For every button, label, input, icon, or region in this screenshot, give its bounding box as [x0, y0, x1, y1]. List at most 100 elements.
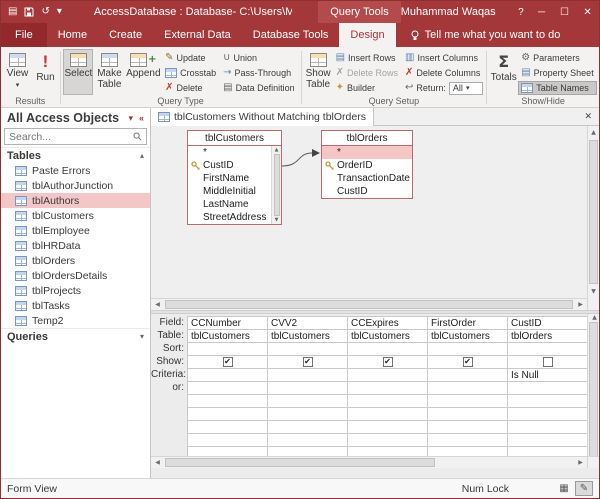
sidebar-item-temp2[interactable]: Temp2 — [1, 313, 150, 328]
table-card-title[interactable]: tblCustomers — [188, 131, 281, 146]
criteria-cell[interactable] — [348, 369, 427, 382]
tab-database-tools[interactable]: Database Tools — [242, 23, 340, 47]
tab-design[interactable]: Design — [339, 23, 395, 47]
context-tab-query-tools[interactable]: Query Tools — [318, 1, 401, 23]
sort-cell[interactable] — [428, 343, 507, 356]
sidebar-item-tblemployee[interactable]: tblEmployee — [1, 223, 150, 238]
sidebar-item-tblauthorjunction[interactable]: tblAuthorJunction — [1, 178, 150, 193]
table-card-tblorders[interactable]: tblOrders * OrderID TransactionDate Cust… — [321, 130, 413, 199]
table-cell[interactable]: tblCustomers — [188, 330, 267, 343]
crosstab-button[interactable]: Crosstab — [162, 66, 219, 80]
field-row-star[interactable]: * — [322, 146, 412, 159]
sort-cell[interactable] — [188, 343, 267, 356]
field-cell[interactable]: CustID — [508, 317, 587, 330]
criteria-cell[interactable] — [428, 369, 507, 382]
or-cell[interactable] — [348, 382, 427, 395]
show-cell[interactable]: ✔ — [188, 356, 267, 369]
or-cell[interactable] — [268, 382, 347, 395]
field-row-transactiondate[interactable]: TransactionDate — [322, 172, 412, 185]
sidebar-item-tblorders[interactable]: tblOrders — [1, 253, 150, 268]
select-query-button[interactable]: Select — [63, 49, 93, 95]
run-button[interactable]: ! Run — [32, 49, 59, 95]
user-name[interactable]: Muhammad Waqas — [401, 6, 496, 18]
insert-columns-button[interactable]: ▥ Insert Columns — [402, 51, 486, 65]
tab-external-data[interactable]: External Data — [153, 23, 242, 47]
field-row-firstname[interactable]: FirstName — [188, 172, 271, 185]
field-row-custid[interactable]: CustID — [322, 185, 412, 198]
field-cell[interactable]: CCNumber — [188, 317, 267, 330]
sort-cell[interactable] — [508, 343, 587, 356]
table-cell[interactable]: tblOrders — [508, 330, 587, 343]
grid-vscrollbar[interactable]: ▲▼ — [587, 314, 599, 468]
minimize-button[interactable]: ─ — [530, 1, 553, 23]
sidebar-item-paste-errors[interactable]: Paste Errors — [1, 163, 150, 178]
data-definition-button[interactable]: ▤ Data Definition — [220, 81, 298, 95]
section-queries[interactable]: Queries ▾ — [1, 328, 150, 344]
criteria-cell[interactable] — [188, 369, 267, 382]
search-icon[interactable] — [133, 132, 142, 141]
table-cell[interactable]: tblCustomers — [348, 330, 427, 343]
show-checkbox[interactable]: ✔ — [383, 357, 393, 367]
or-cell[interactable] — [188, 382, 267, 395]
design-hscrollbar[interactable]: ◀▶ — [151, 298, 587, 310]
show-cell[interactable]: ✔ — [348, 356, 427, 369]
field-row-streetaddress[interactable]: StreetAddress — [188, 211, 271, 224]
make-table-button[interactable]: Make Table — [94, 49, 124, 95]
table-cell[interactable]: tblCustomers — [268, 330, 347, 343]
sidebar-item-tblprojects[interactable]: tblProjects — [1, 283, 150, 298]
totals-button[interactable]: Σ Totals — [490, 49, 517, 95]
save-icon[interactable] — [24, 7, 34, 17]
delete-query-button[interactable]: ✗ Delete — [162, 81, 219, 95]
queries-expand-icon[interactable]: ▾ — [140, 332, 144, 341]
search-input[interactable] — [9, 131, 133, 143]
table-cell[interactable]: tblCustomers — [428, 330, 507, 343]
document-tab[interactable]: tblCustomers Without Matching tblOrders — [151, 108, 374, 126]
field-row-lastname[interactable]: LastName — [188, 198, 271, 211]
sidebar-item-tblcustomers[interactable]: tblCustomers — [1, 208, 150, 223]
pass-through-button[interactable]: → Pass-Through — [220, 66, 298, 80]
show-checkbox[interactable] — [543, 357, 553, 367]
maximize-button[interactable]: ☐ — [553, 1, 576, 23]
tables-collapse-icon[interactable]: ▴ — [140, 151, 144, 160]
show-checkbox[interactable]: ✔ — [223, 357, 233, 367]
design-vscrollbar[interactable]: ▲▼ — [587, 126, 599, 298]
tab-home[interactable]: Home — [47, 23, 98, 47]
table-names-button[interactable]: Table Names — [518, 81, 597, 95]
field-cell[interactable]: FirstOrder — [428, 317, 507, 330]
sidebar-item-tblauthors[interactable]: tblAuthors — [1, 193, 150, 208]
nav-menu-icon[interactable]: ▾ — [128, 113, 133, 124]
property-sheet-button[interactable]: ▤ Property Sheet — [518, 66, 597, 80]
insert-rows-button[interactable]: ▤ Insert Rows — [333, 51, 401, 65]
tell-me-box[interactable]: Tell me what you want to do — [410, 23, 561, 47]
table-card-tblcustomers[interactable]: tblCustomers * CustID FirstName MiddleIn… — [187, 130, 282, 225]
sidebar-item-tblhrdata[interactable]: tblHRData — [1, 238, 150, 253]
show-checkbox[interactable]: ✔ — [303, 357, 313, 367]
close-document-icon[interactable]: ✕ — [577, 112, 599, 122]
delete-rows-button[interactable]: ✗ Delete Rows — [333, 66, 401, 80]
tab-create[interactable]: Create — [98, 23, 153, 47]
union-button[interactable]: ∪ Union — [220, 51, 298, 65]
show-checkbox[interactable]: ✔ — [463, 357, 473, 367]
field-row-orderid[interactable]: OrderID — [322, 159, 412, 172]
grid-hscrollbar[interactable]: ◀▶ — [151, 456, 587, 468]
parameters-button[interactable]: ⚙ Parameters — [518, 51, 597, 65]
table-card-title[interactable]: tblOrders — [322, 131, 412, 146]
or-cell[interactable] — [508, 382, 587, 395]
nav-shutter-icon[interactable]: « — [139, 113, 144, 124]
return-dropdown[interactable]: ↩ Return: All▾ — [402, 81, 486, 95]
show-cell[interactable] — [508, 356, 587, 369]
field-row-star[interactable]: * — [188, 146, 271, 159]
sort-cell[interactable] — [348, 343, 427, 356]
search-box[interactable] — [4, 128, 147, 145]
help-button[interactable]: ? — [512, 1, 530, 23]
datasheet-view-shortcut-icon[interactable]: ▦ — [555, 481, 573, 496]
tab-file[interactable]: File — [1, 23, 47, 47]
or-cell[interactable] — [428, 382, 507, 395]
section-tables[interactable]: Tables ▴ — [1, 147, 150, 163]
criteria-cell[interactable] — [268, 369, 347, 382]
qat-customize-icon[interactable]: ▾ — [57, 7, 62, 17]
field-cell[interactable]: CVV2 — [268, 317, 347, 330]
builder-button[interactable]: ✦ Builder — [333, 81, 401, 95]
undo-icon[interactable]: ↺ — [41, 7, 49, 17]
criteria-cell[interactable]: Is Null — [508, 369, 587, 382]
